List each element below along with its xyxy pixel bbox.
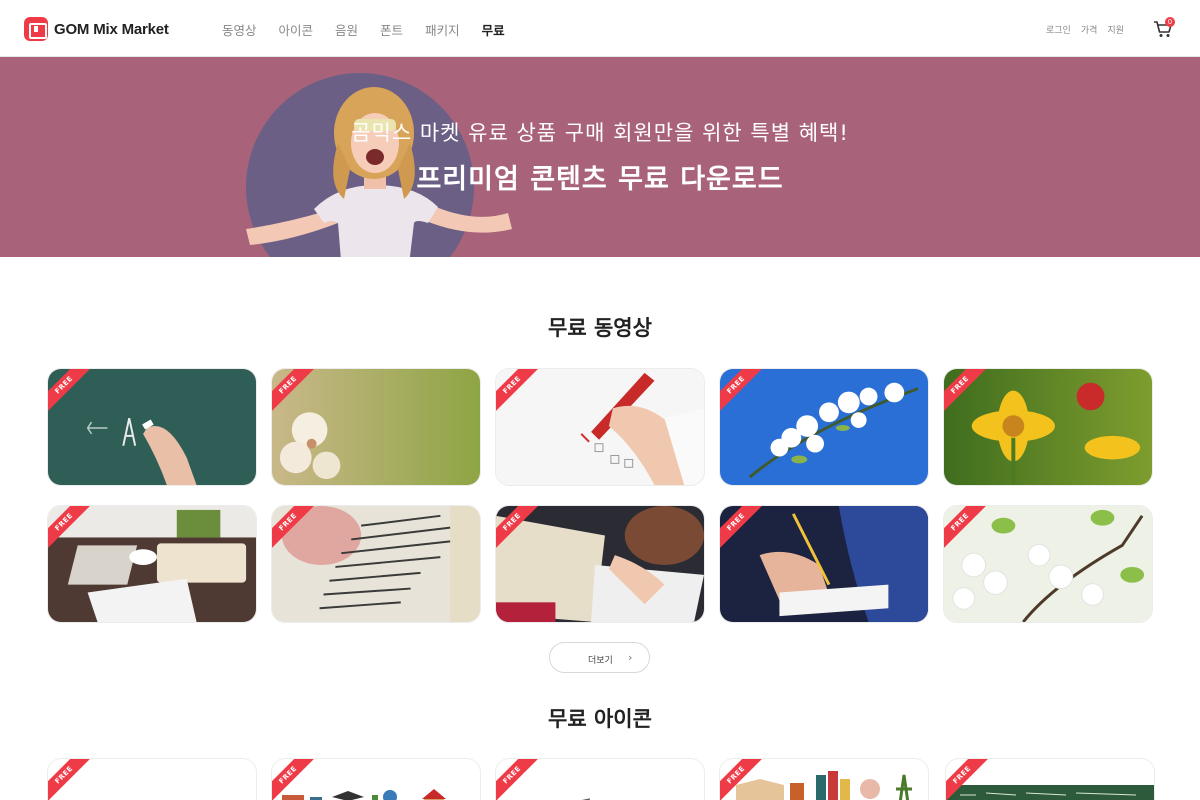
icon-card[interactable]: FREE <box>945 758 1155 800</box>
logo-text: GOM Mix Market <box>54 20 169 38</box>
cart-button[interactable]: 0 <box>1153 17 1175 39</box>
logo[interactable]: GOM Mix Market <box>24 17 169 41</box>
pricing-link[interactable]: 가격 <box>1081 23 1098 36</box>
nav-item-music[interactable]: 음원 <box>335 20 358 39</box>
video-card[interactable]: FREE <box>719 368 929 486</box>
nav-item-icons[interactable]: 아이콘 <box>279 20 314 39</box>
icon-card[interactable]: FREE <box>271 758 481 800</box>
free-icons-title: 무료 아이콘 <box>548 707 652 731</box>
nav-item-free[interactable]: 무료 <box>482 20 505 39</box>
video-card[interactable]: FREE <box>271 368 481 486</box>
nav-item-fonts[interactable]: 폰트 <box>380 20 403 39</box>
video-thumbnail <box>272 506 480 622</box>
more-button-label: 더보기 <box>588 656 613 666</box>
icon-card[interactable]: FREE <box>47 758 257 800</box>
video-thumbnail <box>944 506 1152 622</box>
video-thumbnail <box>48 369 256 485</box>
video-card[interactable]: FREE <box>47 368 257 486</box>
nav-item-packages[interactable]: 패키지 <box>425 20 460 39</box>
site-header: GOM Mix Market 동영상 아이콘 음원 폰트 패키지 무료 로그인 … <box>0 0 1200 57</box>
utility-nav: 로그인 가격 지원 <box>1046 23 1134 36</box>
free-videos-title: 무료 동영상 <box>548 316 652 340</box>
video-thumbnail <box>720 369 928 485</box>
cart-count-badge: 0 <box>1165 17 1175 27</box>
video-card[interactable]: FREE <box>47 505 257 623</box>
banner-title: 프리미엄 콘텐츠 무료 다운로드 <box>416 164 784 195</box>
chevron-right-icon: › <box>628 651 633 664</box>
icon-card[interactable]: FREE <box>719 758 929 800</box>
video-card[interactable]: FREE <box>719 505 929 623</box>
video-card[interactable]: FREE <box>943 505 1153 623</box>
free-badge: FREE <box>48 759 96 800</box>
main-nav: 동영상 아이콘 음원 폰트 패키지 무료 <box>222 20 527 39</box>
video-thumbnail <box>496 369 704 485</box>
login-link[interactable]: 로그인 <box>1046 23 1071 36</box>
video-thumbnail <box>944 369 1152 485</box>
promo-banner[interactable]: 곰믹스 마켓 유료 상품 구매 회원만을 위한 특별 혜택! 프리미엄 콘텐츠 … <box>0 57 1200 257</box>
icon-card[interactable]: FREE <box>495 758 705 800</box>
video-thumbnail <box>272 369 480 485</box>
video-card[interactable]: FREE <box>271 505 481 623</box>
video-card[interactable]: FREE <box>495 368 705 486</box>
video-thumbnail <box>48 506 256 622</box>
more-videos-button[interactable]: 더보기 › <box>549 642 650 673</box>
video-card[interactable]: FREE <box>495 505 705 623</box>
video-thumbnail <box>720 506 928 622</box>
support-link[interactable]: 지원 <box>1107 23 1124 36</box>
logo-icon <box>24 17 48 41</box>
nav-item-videos[interactable]: 동영상 <box>222 20 257 39</box>
video-thumbnail <box>496 506 704 622</box>
video-card[interactable]: FREE <box>943 368 1153 486</box>
banner-subtitle: 곰믹스 마켓 유료 상품 구매 회원만을 위한 특별 혜택! <box>351 121 849 145</box>
